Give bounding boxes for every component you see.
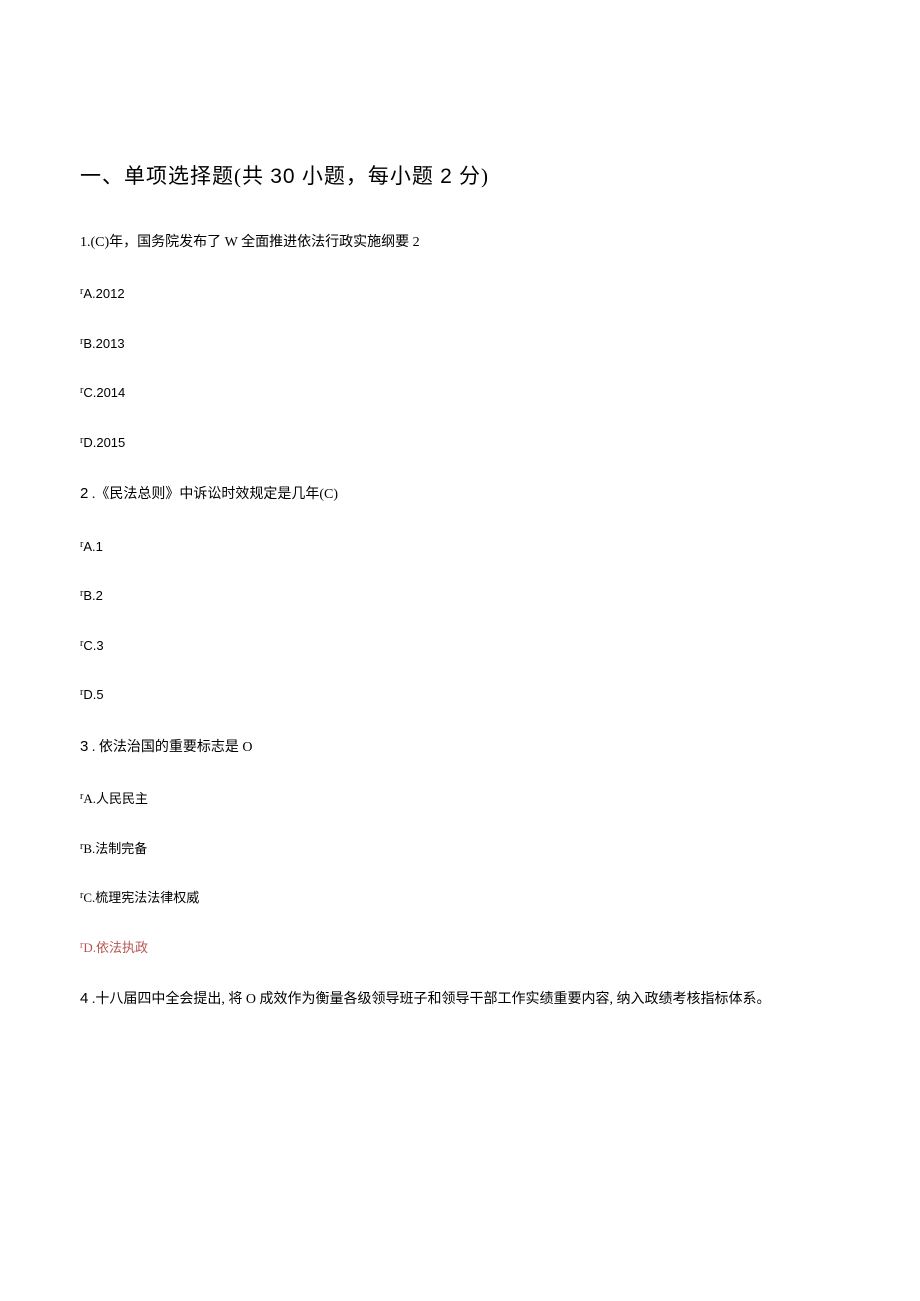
heading-mid: 小题，每小题 — [296, 164, 441, 188]
heading-prefix: 一、单项选择题(共 — [80, 164, 270, 188]
question-2: 2 .《民法总则》中诉讼时效规定是几年(C) — [80, 482, 840, 506]
q2-option-c: rC.3 — [80, 636, 840, 656]
q2-text: .《民法总则》中诉讼时效规定是几年(C) — [88, 487, 338, 502]
q3-option-a: rA.人民民主 — [80, 789, 840, 809]
option-label: B.2013 — [83, 336, 124, 351]
q3-option-b: rB.法制完备 — [80, 839, 840, 859]
option-label: D.2015 — [83, 435, 125, 450]
option-label: B.2 — [83, 588, 103, 603]
section-heading: 一、单项选择题(共 30 小题，每小题 2 分) — [80, 160, 840, 190]
q3-text: . 依法治国的重要标志是 O — [88, 740, 252, 755]
option-label: C.梳理宪法法律权威 — [83, 890, 199, 905]
q3-option-d: rD.依法执政 — [80, 938, 840, 958]
heading-points: 2 — [440, 165, 453, 188]
option-label: A.1 — [83, 539, 103, 554]
question-1: 1.(C)年，国务院发布了 W 全面推进依法行政实施纲要 2 — [80, 232, 840, 254]
question-3: 3 . 依法治国的重要标志是 O — [80, 735, 840, 759]
option-label: C.2014 — [83, 385, 125, 400]
q2-option-a: rA.1 — [80, 537, 840, 557]
document-page: 一、单项选择题(共 30 小题，每小题 2 分) 1.(C)年，国务院发布了 W… — [0, 0, 920, 1301]
option-label: D.依法执政 — [83, 940, 148, 955]
option-label: D.5 — [83, 687, 103, 702]
q2-option-b: rB.2 — [80, 586, 840, 606]
option-label: A.2012 — [83, 286, 124, 301]
q1-option-c: rC.2014 — [80, 383, 840, 403]
option-label: B.法制完备 — [83, 841, 147, 856]
q1-option-b: rB.2013 — [80, 334, 840, 354]
heading-suffix: 分) — [453, 164, 489, 188]
q4-text: .十八届四中全会提出, 将 O 成效作为衡量各级领导班子和领导干部工作实绩重要内… — [88, 992, 770, 1007]
option-label: A.人民民主 — [83, 791, 148, 806]
q1-option-a: rA.2012 — [80, 284, 840, 304]
q2-option-d: rD.5 — [80, 685, 840, 705]
q3-option-c: rC.梳理宪法法律权威 — [80, 888, 840, 908]
heading-count: 30 — [270, 165, 295, 188]
q1-option-d: rD.2015 — [80, 433, 840, 453]
option-label: C.3 — [83, 638, 103, 653]
question-4: 4 .十八届四中全会提出, 将 O 成效作为衡量各级领导班子和领导干部工作实绩重… — [80, 987, 840, 1011]
